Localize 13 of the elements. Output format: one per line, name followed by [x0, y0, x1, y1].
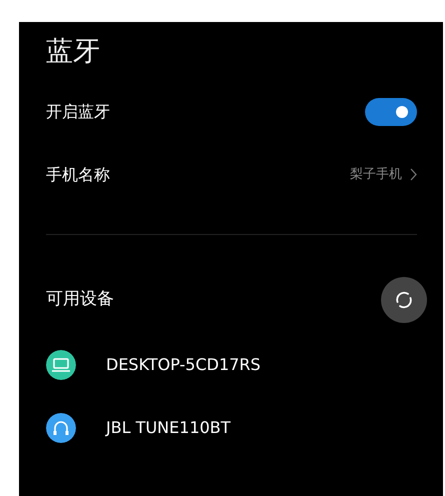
refresh-button[interactable]	[381, 277, 427, 323]
page-title: 蓝牙	[46, 35, 101, 69]
device-item[interactable]: JBL TUNE110BT	[46, 396, 417, 459]
chevron-right-icon	[410, 168, 417, 181]
device-name: DESKTOP-5CD17RS	[106, 354, 261, 376]
section-heading: 可用设备	[46, 288, 114, 312]
setting-label: 手机名称	[46, 164, 110, 186]
device-item[interactable]: DESKTOP-5CD17RS	[46, 333, 417, 396]
bluetooth-toggle[interactable]	[365, 98, 417, 126]
refresh-icon	[394, 290, 414, 310]
device-name: JBL TUNE110BT	[106, 416, 231, 438]
setting-value[interactable]: 梨子手机	[350, 164, 402, 184]
setting-label: 开启蓝牙	[46, 100, 110, 122]
